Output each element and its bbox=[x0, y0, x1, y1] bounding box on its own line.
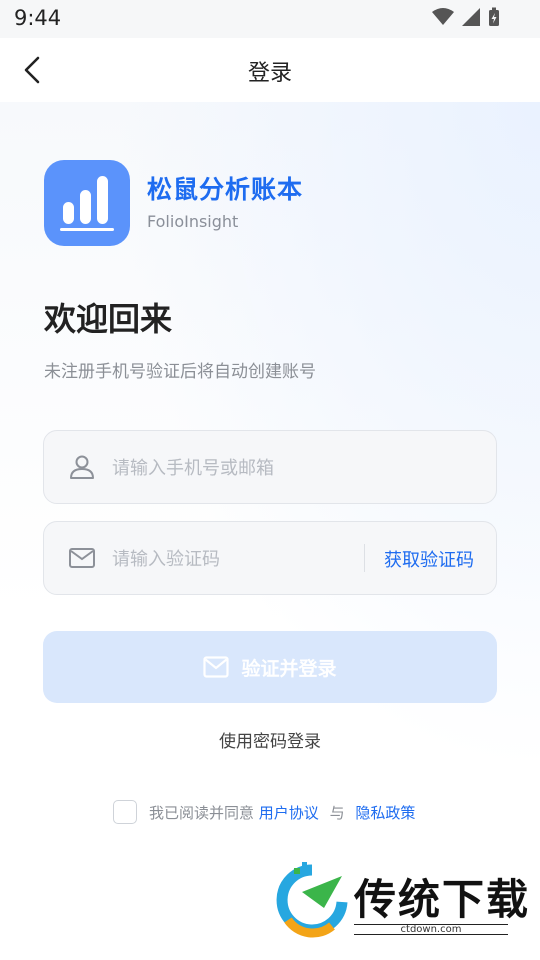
phone-input[interactable] bbox=[110, 431, 364, 505]
app-name: 松鼠分析账本 bbox=[147, 175, 304, 204]
login-button[interactable]: 验证并登录 bbox=[43, 631, 497, 703]
code-input[interactable] bbox=[110, 522, 364, 596]
bar-chart-icon bbox=[60, 176, 114, 231]
app-logo bbox=[44, 160, 130, 246]
agreement-checkbox[interactable] bbox=[113, 800, 137, 824]
status-icons bbox=[432, 7, 500, 27]
watermark-logo-icon bbox=[276, 862, 348, 938]
agreement-row: 我已阅读并同意 用户协议 与 隐私政策 bbox=[113, 800, 415, 824]
mail-icon bbox=[203, 656, 230, 678]
welcome-hint: 未注册手机号验证后将自动创建账号 bbox=[44, 362, 316, 382]
watermark-url: ctdown.com bbox=[354, 924, 508, 935]
cell-signal-icon bbox=[462, 8, 480, 26]
user-icon bbox=[70, 455, 94, 479]
privacy-policy-link[interactable]: 隐私政策 bbox=[355, 804, 415, 822]
watermark-title: 传统下载 bbox=[354, 875, 531, 924]
agreement-and: 与 bbox=[329, 803, 345, 822]
page-title: 登录 bbox=[247, 61, 292, 86]
code-field[interactable]: 获取验证码 bbox=[43, 521, 497, 596]
password-login-link[interactable]: 使用密码登录 bbox=[0, 727, 540, 752]
app-subtitle: FolioInsight bbox=[147, 212, 239, 231]
welcome-title: 欢迎回来 bbox=[44, 300, 173, 338]
agreement-prefix: 我已阅读并同意 bbox=[149, 803, 255, 822]
field-divider bbox=[364, 544, 365, 572]
status-bar: 9:44 bbox=[0, 0, 540, 38]
watermark: 传统下载 ctdown.com bbox=[268, 862, 540, 960]
phone-field[interactable] bbox=[43, 430, 497, 505]
wifi-icon bbox=[432, 8, 454, 25]
get-code-button[interactable]: 获取验证码 bbox=[384, 546, 474, 572]
nav-bar: 登录 bbox=[0, 38, 540, 102]
mail-icon bbox=[69, 548, 95, 568]
user-agreement-link[interactable]: 用户协议 bbox=[259, 804, 319, 822]
battery-icon bbox=[489, 7, 499, 26]
status-time: 9:44 bbox=[14, 6, 62, 30]
login-button-label: 验证并登录 bbox=[241, 657, 337, 680]
